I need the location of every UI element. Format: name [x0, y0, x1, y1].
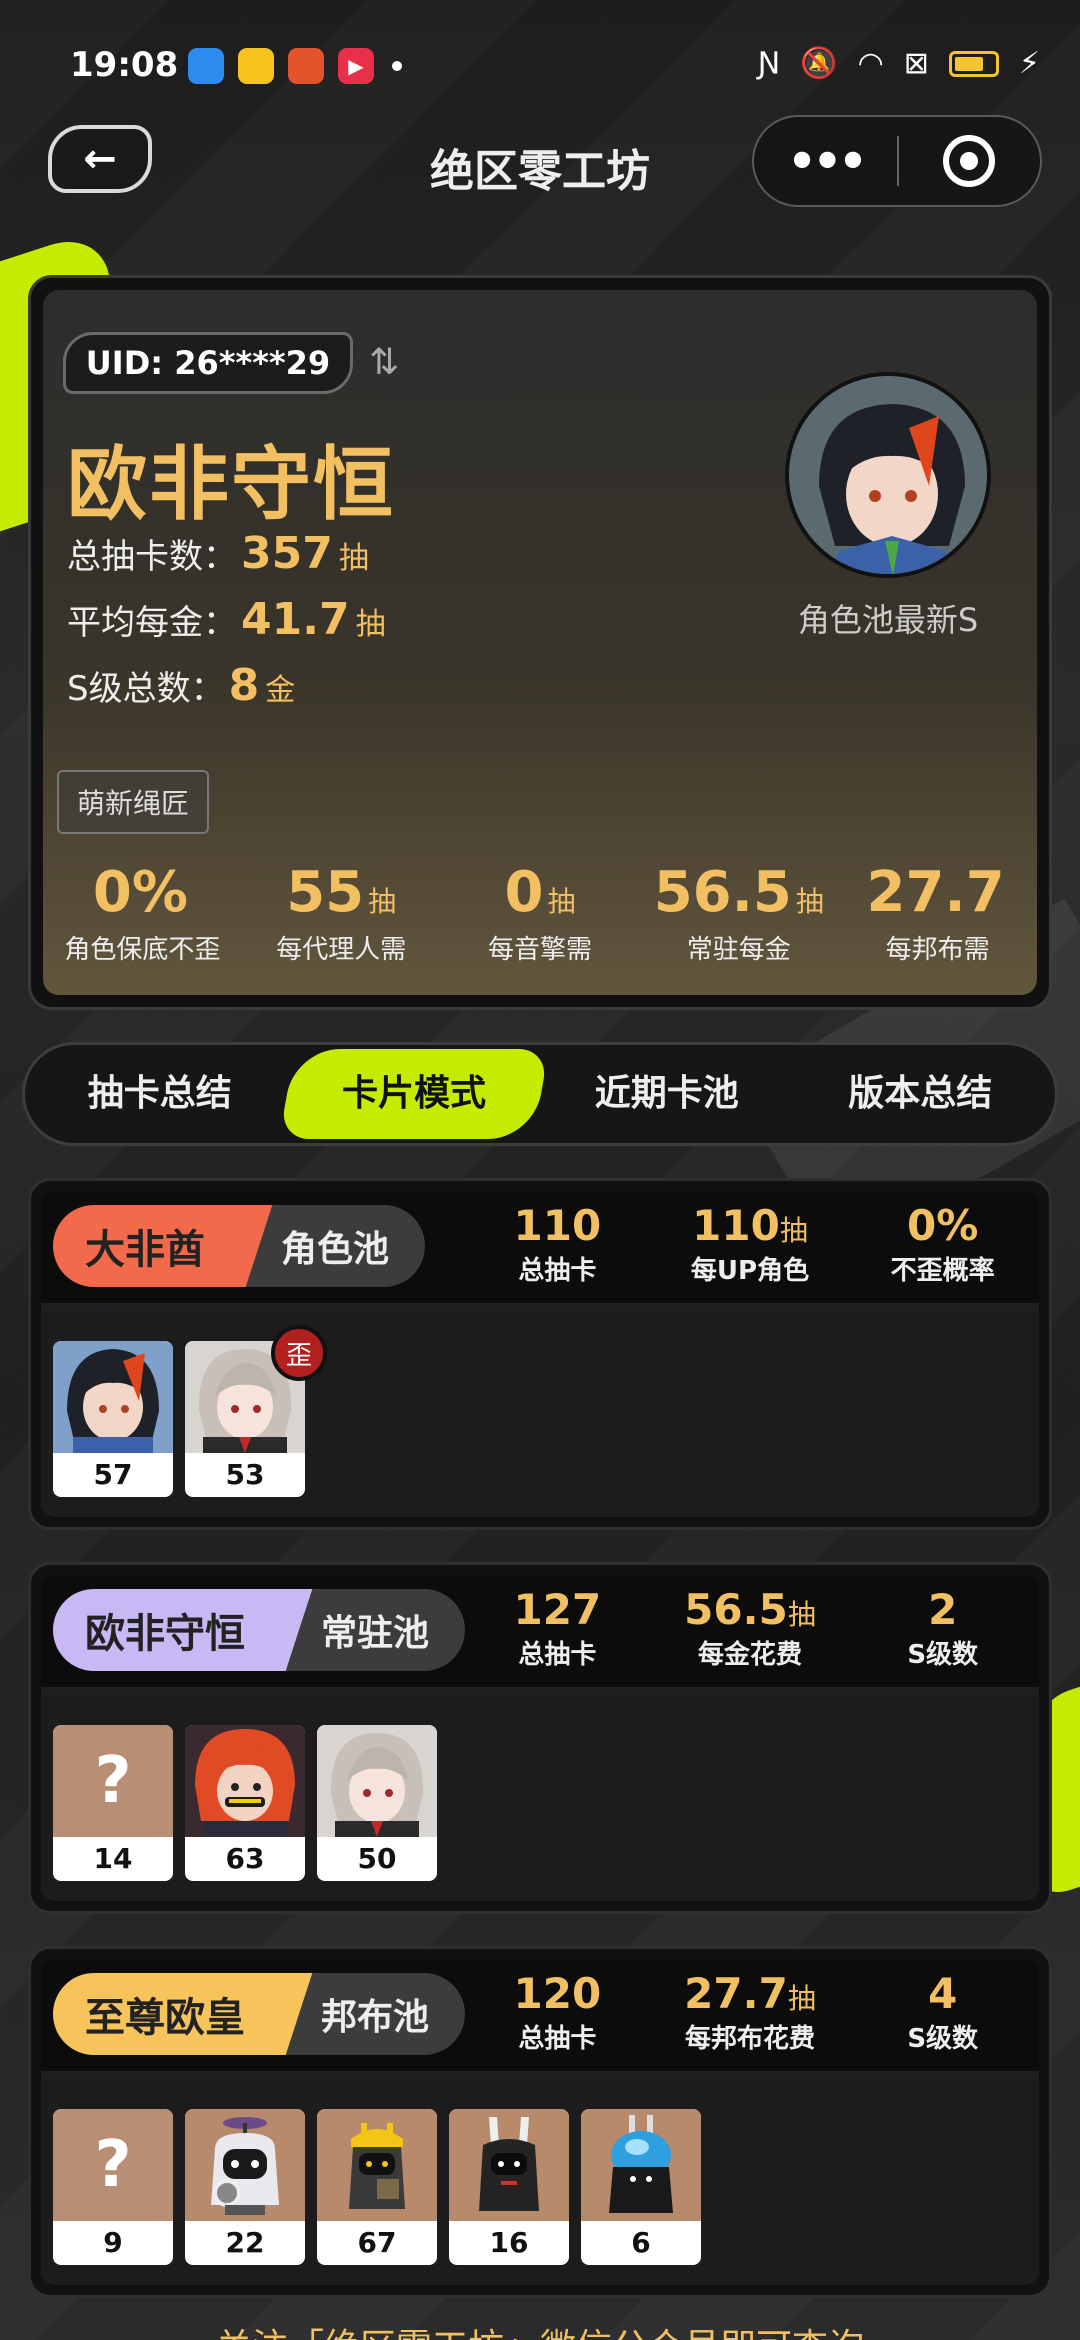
notification-icons: ▶ — [188, 48, 402, 84]
metric-item: 56.5 抽 常驻每金 — [653, 860, 824, 965]
pool-stat: 0% 不歪概率 — [890, 1201, 995, 1286]
mute-icon: 🔕 — [800, 46, 838, 81]
pool-header: 欧非守恒 常驻池 127 总抽卡 56.5抽 每金花费 2 S级数 — [41, 1575, 1039, 1687]
pool-rank-pill: 至尊欧皇 邦布池 — [53, 1973, 466, 2055]
pool-stats: 120 总抽卡 27.7抽 每邦布花费 4 S级数 — [461, 1969, 1039, 2055]
swap-account-icon[interactable]: ⇅ — [369, 342, 399, 383]
pull-count: 16 — [489, 2226, 529, 2259]
stat-s-rank-total: S级总数： 8 金 — [67, 660, 296, 711]
pool-card: 大非酋 角色池 110 总抽卡 110抽 每UP角色 0% 不歪概率 57 歪 … — [28, 1178, 1052, 1530]
target-icon — [943, 135, 996, 187]
view-mode-tabs: 抽卡总结 卡片模式 近期卡池 版本总结 — [22, 1042, 1058, 1146]
pool-luck-rank: 至尊欧皇 — [53, 1973, 277, 2055]
metric-item: 27.7 每邦布需 — [866, 860, 1005, 965]
pool-luck-rank: 大非酋 — [53, 1205, 237, 1287]
app-blue-icon — [188, 48, 224, 84]
more-menu-button[interactable]: ••• — [754, 134, 897, 188]
pool-stat: 120 总抽卡 — [513, 1969, 602, 2054]
bangboo-portrait — [449, 2109, 569, 2221]
pull-card[interactable]: 16 — [449, 2109, 569, 2265]
tab-recent-pools[interactable]: 近期卡池 — [540, 1049, 794, 1139]
stat-total-pulls: 总抽卡数： 357 抽 — [67, 528, 369, 579]
system-icons: Ɲ 🔕 ◠ ⊠ ⚡ — [758, 46, 1040, 81]
pool-card: 至尊欧皇 邦布池 120 总抽卡 27.7抽 每邦布花费 4 S级数 ? 9 2… — [28, 1946, 1052, 2298]
metric-item: 0% 角色保底不歪 — [64, 860, 221, 965]
status-time: 19:08 — [70, 45, 179, 85]
pull-history-list: 57 歪 53 — [41, 1313, 1039, 1517]
pool-stat: 27.7抽 每邦布花费 — [684, 1969, 816, 2054]
tab-pull-summary[interactable]: 抽卡总结 — [33, 1049, 287, 1139]
pull-card[interactable]: 63 — [185, 1725, 305, 1881]
mini-program-capsule: ••• — [752, 115, 1042, 207]
pull-card[interactable]: 6 — [581, 2109, 701, 2265]
luck-rank-title: 欧非守恒 — [67, 438, 395, 531]
pull-history-list: ? 14 63 50 — [41, 1697, 1039, 1901]
pull-count: 22 — [225, 2226, 265, 2259]
pool-stat: 4 S级数 — [907, 1969, 979, 2054]
avatar-caption: 角色池最新S — [797, 601, 979, 639]
metric-item: 55 抽 每代理人需 — [276, 860, 407, 965]
unknown-item-icon: ? — [53, 1725, 173, 1837]
pull-card[interactable]: 67 — [317, 2109, 437, 2265]
pool-stat: 2 S级数 — [907, 1585, 979, 1670]
agent-portrait — [53, 1341, 173, 1453]
pull-card[interactable]: 歪 53 — [185, 1325, 327, 1497]
pool-rank-pill: 欧非守恒 常驻池 — [53, 1589, 466, 1671]
status-bar: 19:08 ▶ Ɲ 🔕 ◠ ⊠ ⚡ — [0, 0, 1080, 130]
charging-icon: ⚡ — [1018, 46, 1040, 81]
title-tag: 萌新绳匠 — [57, 770, 210, 834]
app-notes-icon — [238, 48, 274, 84]
pool-stat: 56.5抽 每金花费 — [684, 1585, 816, 1670]
pull-count: 57 — [93, 1458, 133, 1491]
pull-history-list: ? 9 22 67 16 6 — [41, 2081, 1039, 2285]
pull-card[interactable]: ? 14 — [53, 1725, 173, 1881]
pull-count: 6 — [631, 2226, 651, 2259]
pool-stats: 127 总抽卡 56.5抽 每金花费 2 S级数 — [461, 1585, 1039, 1671]
sim-icon: ⊠ — [903, 46, 929, 81]
battery-icon — [948, 50, 999, 77]
pull-count: 14 — [93, 1842, 133, 1875]
pull-card[interactable]: 57 — [53, 1341, 173, 1497]
pull-card[interactable]: 50 — [317, 1725, 437, 1881]
pull-count: 67 — [357, 2226, 397, 2259]
tab-version-summary[interactable]: 版本总结 — [794, 1049, 1048, 1139]
pool-header: 至尊欧皇 邦布池 120 总抽卡 27.7抽 每邦布花费 4 S级数 — [41, 1959, 1039, 2071]
close-mini-program-button[interactable] — [899, 135, 1040, 187]
metric-item: 0抽 每音擎需 — [487, 860, 592, 965]
pull-card[interactable]: 22 — [185, 2109, 305, 2265]
pull-count: 63 — [225, 1842, 265, 1875]
pull-count: 53 — [225, 1458, 265, 1491]
pool-header: 大非酋 角色池 110 总抽卡 110抽 每UP角色 0% 不歪概率 — [41, 1191, 1039, 1303]
metrics-row: 0% 角色保底不歪 55 抽 每代理人需 0抽 每音擎需 56.5 抽 常驻每金 2… — [43, 860, 1037, 966]
stat-average-per-gold: 平均每金： 41.7 抽 — [67, 594, 386, 645]
footer-hint: 关注「绝区零工坊」微信公众号即可查询 — [0, 2318, 1080, 2340]
bangboo-portrait — [581, 2109, 701, 2221]
agent-portrait — [317, 1725, 437, 1837]
unknown-item-icon: ? — [53, 2109, 173, 2221]
app-video-icon: ▶ — [338, 48, 374, 84]
agent-portrait — [185, 1725, 305, 1837]
pool-card: 欧非守恒 常驻池 127 总抽卡 56.5抽 每金花费 2 S级数 ? 14 6… — [28, 1562, 1052, 1914]
app-red-icon — [288, 48, 324, 84]
pull-count: 9 — [103, 2226, 123, 2259]
pool-stat: 110抽 每UP角色 — [690, 1201, 810, 1286]
bangboo-portrait — [317, 2109, 437, 2221]
nfc-icon: Ɲ — [757, 46, 781, 81]
navigation-bar: ← 绝区零工坊 ••• — [0, 115, 1080, 225]
pool-luck-rank: 欧非守恒 — [53, 1589, 277, 1671]
pull-card[interactable]: ? 9 — [53, 2109, 173, 2265]
wifi-icon: ◠ — [857, 46, 884, 81]
pull-count: 50 — [357, 1842, 397, 1875]
tab-card-mode[interactable]: 卡片模式 — [278, 1049, 548, 1139]
pool-stat: 127 总抽卡 — [513, 1585, 602, 1670]
bangboo-portrait — [185, 2109, 305, 2221]
more-notifications-dot — [392, 61, 402, 71]
uid-badge[interactable]: UID: 26****29 — [63, 332, 353, 394]
pool-stats: 110 总抽卡 110抽 每UP角色 0% 不歪概率 — [461, 1201, 1039, 1287]
off-banner-badge: 歪 — [271, 1325, 327, 1381]
latest-s-agent-avatar — [785, 372, 991, 578]
pool-rank-pill: 大非酋 角色池 — [53, 1205, 426, 1287]
pool-stat: 110 总抽卡 — [513, 1201, 602, 1286]
profile-summary-card: UID: 26****29 ⇅ 欧非守恒 总抽卡数： 357 抽 平均每金： 4… — [28, 275, 1052, 1010]
